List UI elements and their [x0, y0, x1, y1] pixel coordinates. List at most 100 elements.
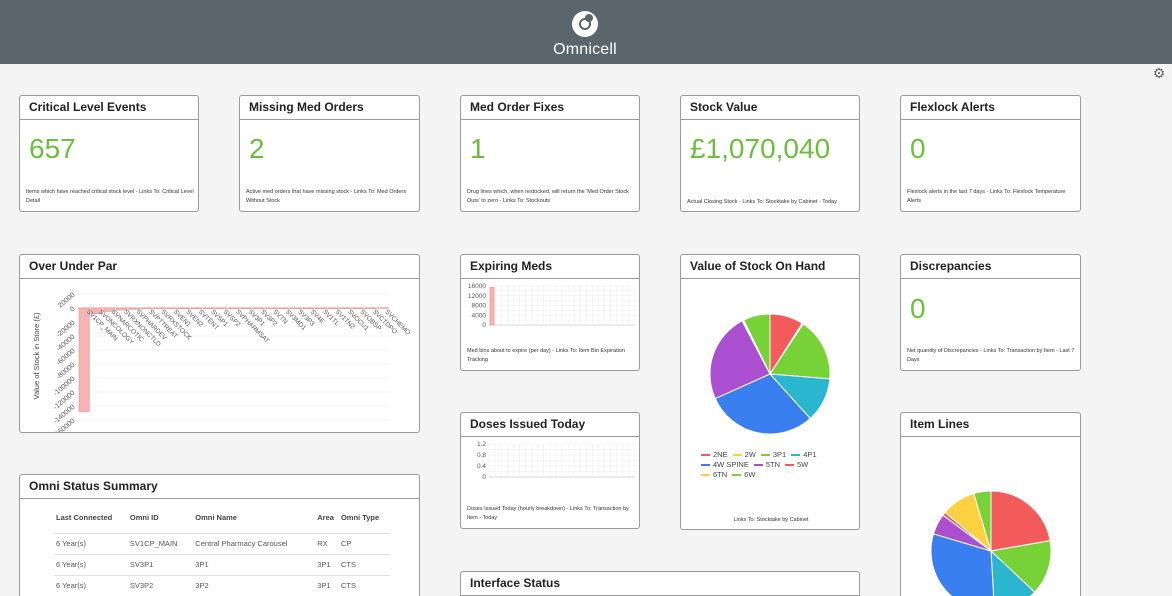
legend-item[interactable]: 4P1: [791, 450, 817, 460]
column-header[interactable]: Last Connected: [54, 511, 128, 534]
card-value: 1: [470, 133, 486, 164]
table-header-row: Last Connected Omni ID Omni Name Area Om…: [54, 511, 390, 534]
bar: [377, 307, 389, 309]
panel-title: Value of Stock On Hand: [681, 255, 859, 279]
table-cell: 3P1: [315, 575, 339, 596]
legend-item[interactable]: 6TN: [701, 470, 727, 480]
bar: [140, 307, 152, 310]
legend-item[interactable]: 4W SPINE: [701, 460, 749, 470]
legend-swatch: [791, 454, 801, 457]
legend-swatch: [701, 474, 710, 477]
bar: [315, 307, 327, 310]
legend-label: 5W: [797, 460, 809, 469]
panel-title: Omni Status Summary: [20, 475, 419, 499]
legend-swatch: [701, 454, 710, 457]
table-cell: 6 Year(s): [54, 554, 128, 576]
table-row[interactable]: 6 Year(s) SV1CP_MAIN Central Pharmacy Ca…: [54, 533, 390, 555]
legend-swatch: [701, 464, 710, 467]
column-header[interactable]: Area: [315, 511, 339, 534]
legend-item[interactable]: 2NE: [701, 450, 728, 460]
panel-interface-status[interactable]: Interface Status: [460, 571, 860, 596]
y-tick-label: 8000: [472, 303, 487, 310]
top-bar: Omnicell: [0, 0, 1172, 64]
bar: [215, 307, 227, 310]
card-title: Med Order Fixes: [461, 96, 639, 120]
table-row[interactable]: 6 Year(s) SV3P2 3P2 3P1 CTS: [54, 575, 390, 596]
doses-issued-chart: 1.2 0.8 0.4 0: [477, 441, 636, 481]
card-title: Flexlock Alerts: [901, 96, 1080, 120]
table-cell: RX: [315, 533, 339, 555]
bar: [240, 307, 252, 310]
panel-title: Interface Status: [461, 572, 859, 596]
card-title: Discrepancies: [901, 255, 1080, 279]
legend-swatch: [732, 454, 742, 457]
y-tick-label: 0.8: [477, 452, 486, 459]
value-on-hand-pie: [709, 313, 831, 435]
card-value: £1,070,040: [690, 133, 831, 164]
panel-omni-status-summary[interactable]: Omni Status Summary Last Connected Omni …: [19, 474, 420, 596]
legend-item[interactable]: 5W: [785, 460, 808, 470]
card-missing-med-orders[interactable]: Missing Med Orders 2 Active med orders t…: [239, 95, 420, 212]
legend-swatch: [785, 464, 795, 467]
y-axis-label: Value of Stock in Store (£): [32, 312, 41, 399]
table-cell: CTS: [338, 554, 390, 576]
omnicell-logo-icon: [572, 11, 598, 37]
legend-label: 5TN: [765, 460, 781, 469]
table-cell: 3P2: [193, 575, 316, 596]
bar: [327, 307, 339, 310]
pie-legend: 2NE 2W 3P1 4P1 4W SPINE 5TN 5W 6TN 6W: [701, 450, 841, 480]
column-header[interactable]: Omni ID: [127, 511, 194, 534]
legend-item[interactable]: 5TN: [753, 460, 781, 470]
card-description: Net quantity of Discrepancies - Links To…: [907, 348, 1075, 363]
panel-value-of-stock-on-hand[interactable]: Value of Stock On Hand 2NE 2W 3P1 4P1 4W SPI…: [680, 254, 860, 530]
panel-doses-issued-today[interactable]: Doses Issued Today 1.2 0.8 0.4 0 Doses Issu…: [460, 412, 640, 529]
bar: [228, 307, 239, 310]
legend-item[interactable]: 2W: [732, 450, 756, 460]
card-title: Stock Value: [681, 96, 859, 120]
card-description: Flexlock alerts in the last 7 days - Lin…: [907, 189, 1066, 204]
legend-item[interactable]: 6W: [732, 470, 755, 480]
card-description: Drug lines which, when restocked, will r…: [467, 189, 629, 204]
table-cell: CP: [338, 533, 390, 555]
card-flexlock-alerts[interactable]: Flexlock Alerts 0 Flexlock alerts in the…: [900, 95, 1081, 212]
expiring-meds-chart: 16000 12000 8000 4000 0: [468, 283, 636, 329]
table-cell: 6 Year(s): [54, 575, 128, 596]
panel-description: Links To: Stocktake by Cabinet: [733, 517, 809, 523]
gear-icon[interactable]: ⚙: [1152, 66, 1166, 80]
y-tick-label: 0: [482, 474, 486, 481]
panel-item-lines[interactable]: Item Lines: [900, 412, 1081, 596]
bar: [190, 307, 202, 310]
y-tick-label: 4000: [472, 312, 487, 319]
column-header[interactable]: Omni Name: [193, 511, 316, 534]
panel-expiring-meds[interactable]: Expiring Meds 16000 12000 8000 4000 0 Med bi…: [460, 254, 640, 371]
card-critical-level-events[interactable]: Critical Level Events 657 Items which ha…: [19, 95, 199, 212]
card-discrepancies[interactable]: Discrepancies 0 Net quantity of Discrepa…: [900, 254, 1081, 371]
panel-over-under-par[interactable]: Over Under Par Value of Stock in Store (…: [19, 254, 420, 433]
card-value: 0: [910, 293, 926, 324]
card-stock-value[interactable]: Stock Value £1,070,040 Actual Closing St…: [680, 95, 860, 212]
panel-title: Item Lines: [901, 413, 1080, 437]
legend-item[interactable]: 3P1: [760, 450, 787, 460]
column-header[interactable]: Omni Type: [338, 511, 390, 534]
table-cell: SV1CP_MAIN: [127, 533, 194, 555]
bar: [165, 307, 177, 310]
legend-label: 6W: [744, 470, 756, 479]
panel-title: Expiring Meds: [461, 255, 639, 279]
bar: [203, 307, 215, 310]
card-title: Missing Med Orders: [240, 96, 419, 120]
legend-label: 3P1: [772, 450, 787, 459]
bar: [265, 307, 277, 310]
card-med-order-fixes[interactable]: Med Order Fixes 1 Drug lines which, when…: [460, 95, 640, 212]
table-cell: SV3P1: [127, 554, 194, 576]
card-title: Critical Level Events: [20, 96, 198, 120]
y-tick-label: 0.4: [477, 463, 486, 470]
legend-label: 2W: [744, 450, 756, 459]
y-tick-label: 1.2: [477, 441, 486, 448]
table-row[interactable]: 6 Year(s) SV3P1 3P1 3P1 CTS: [54, 554, 390, 576]
bar: [153, 307, 165, 310]
legend-swatch: [732, 474, 742, 477]
panel-title: Doses Issued Today: [461, 413, 639, 437]
bar: [352, 307, 364, 310]
bar: [339, 307, 351, 310]
legend-swatch: [760, 454, 770, 457]
